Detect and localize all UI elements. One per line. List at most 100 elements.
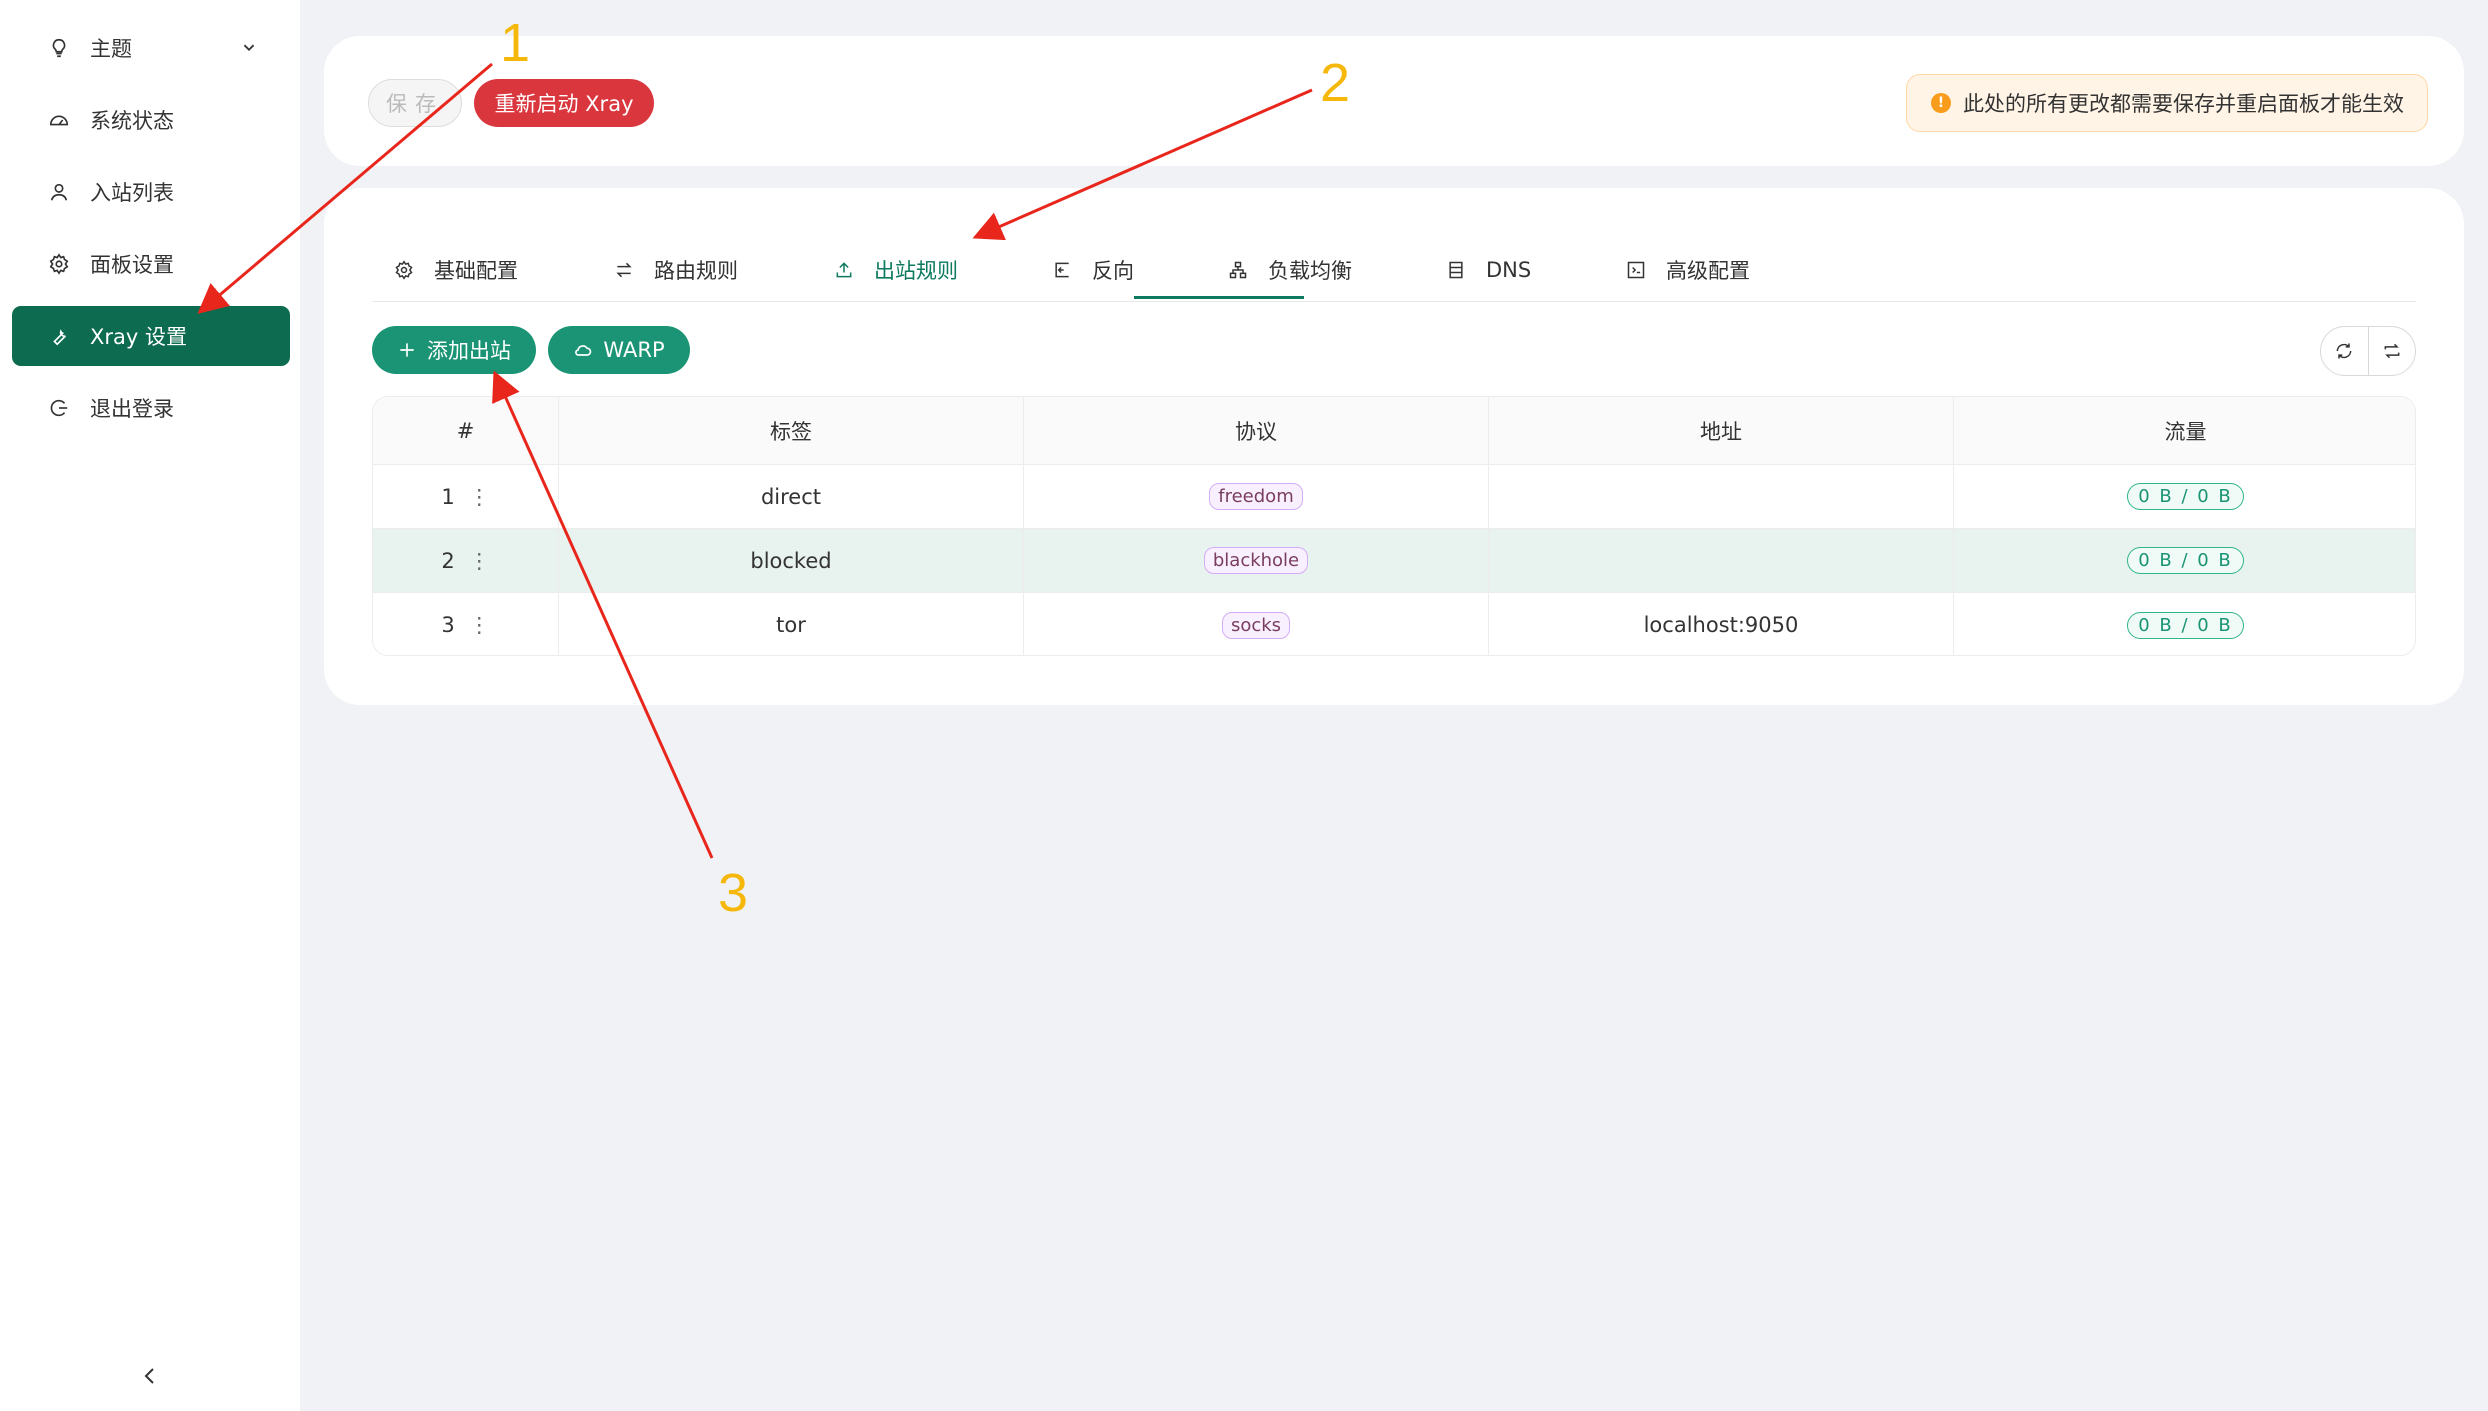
user-icon [48,181,70,203]
warning-icon: ! [1931,93,1951,113]
sidebar-item-label: 面板设置 [90,253,174,277]
sidebar-item-panel-settings[interactable]: 面板设置 [12,234,290,294]
chevron-down-icon [243,44,255,52]
cluster-icon [1228,260,1248,280]
tab-load-balance[interactable]: 负载均衡 [1228,238,1352,302]
tab-label: 负载均衡 [1268,259,1352,283]
header-traffic: 流量 [2164,419,2207,444]
warp-label: WARP [603,338,665,362]
row-tag: tor [559,593,1024,655]
traffic-cell: 0 B / 0 B [1954,465,2415,528]
table-row: 1 ⋮ direct freedom 0 B / 0 B [373,465,2415,529]
traffic-cell: 0 B / 0 B [1954,593,2415,655]
add-outbound-button[interactable]: 添加出站 [372,326,536,374]
tab-dns[interactable]: DNS [1446,238,1531,302]
header-protocol: 协议 [1024,397,1489,464]
traffic-tag: 0 B / 0 B [2127,547,2244,574]
row-tag: blocked [559,529,1024,592]
table-header: # 标签 协议 地址 流量 [373,397,2415,465]
tab-label: 反向 [1092,259,1134,283]
row-index: 3 [441,613,455,637]
traffic-tag: 0 B / 0 B [2127,483,2244,510]
traffic-tag: 0 B / 0 B [2127,611,2244,639]
protocol-tag: blackhole [1203,547,1309,574]
dashboard-icon [48,109,70,131]
annotation-number-1: 1 [500,13,531,73]
gear-icon [48,253,70,275]
tab-advanced-config[interactable]: 高级配置 [1626,238,1750,302]
sidebar-item-inbounds[interactable]: 入站列表 [12,162,290,222]
tab-label: 出站规则 [874,259,958,283]
upload-icon [834,260,854,280]
sidebar-item-label: 入站列表 [90,181,174,205]
row-address: localhost:9050 [1489,593,1954,655]
warning-text: 此处的所有更改都需要保存并重启面板才能生效 [1963,92,2404,116]
warp-button[interactable]: WARP [548,326,690,374]
protocol-cell: blackhole [1024,529,1489,592]
traffic-cell: 0 B / 0 B [1954,529,2415,592]
sidebar: 主题 系统状态 入站列表 面板设置 Xray 设置 退出登录 [0,0,300,1411]
bulb-icon [48,37,70,59]
code-icon [1626,260,1646,280]
tool-icon [48,325,70,347]
logout-icon [48,397,70,419]
database-icon [1446,260,1466,280]
header-tag: 标签 [559,397,1024,464]
protocol-tag: freedom [1209,483,1303,510]
sidebar-item-status[interactable]: 系统状态 [12,90,290,150]
annotation-number-2: 2 [1320,53,1351,113]
table-row: 3 ⋮ tor socks localhost:9050 0 B / 0 B [373,593,2415,655]
tab-label: 高级配置 [1666,259,1750,283]
row-index: 1 [441,484,455,509]
header-address: 地址 [1489,397,1954,464]
tab-outbound-rules[interactable]: 出站规则 [834,238,958,302]
reset-traffic-button[interactable] [2367,327,2416,375]
refresh-button[interactable] [2321,327,2368,375]
swap-icon [614,260,634,280]
save-button[interactable]: 保存 [368,79,462,127]
tab-basic-config[interactable]: 基础配置 [394,238,518,302]
table-row: 2 ⋮ blocked blackhole 0 B / 0 B [373,529,2415,593]
row-address [1489,529,1954,592]
row-tag: direct [559,465,1024,528]
refresh-icon [2336,343,2352,359]
sidebar-item-xray-settings[interactable]: Xray 设置 [12,306,290,366]
tab-label: 基础配置 [434,259,518,283]
sidebar-item-theme[interactable]: 主题 [12,18,290,78]
more-actions-icon[interactable]: ⋮ [469,613,490,637]
table-tools [2320,326,2416,376]
sidebar-item-logout[interactable]: 退出登录 [12,378,290,438]
annotation-number-3: 3 [718,863,749,923]
protocol-tag: socks [1221,611,1291,639]
tab-reverse[interactable]: 反向 [1052,238,1134,302]
gear-icon [394,260,414,280]
sidebar-item-label: Xray 设置 [90,325,187,349]
sidebar-item-label: 退出登录 [90,397,174,421]
sidebar-item-label: 主题 [90,37,132,61]
sidebar-item-label: 系统状态 [90,109,174,133]
row-index: 2 [441,548,455,573]
index-cell: 3 ⋮ [373,593,559,655]
protocol-cell: freedom [1024,465,1489,528]
tab-bar: 基础配置 路由规则 出站规则 反向 负载均衡 DNS 高级配置 [372,238,2416,302]
cloud-icon [575,345,592,356]
index-cell: 1 ⋮ [373,465,559,528]
import-icon [1052,260,1072,280]
add-outbound-label: 添加出站 [427,339,511,363]
main-card: 基础配置 路由规则 出站规则 反向 负载均衡 DNS 高级配置 添加出站 WAR… [324,188,2464,705]
index-cell: 2 ⋮ [373,529,559,592]
more-actions-icon[interactable]: ⋮ [469,485,490,509]
plus-icon [400,343,414,357]
row-address [1489,465,1954,528]
toolbar-card: 保存 重新启动 Xray ! 此处的所有更改都需要保存并重启面板才能生效 [324,36,2464,166]
tab-label: DNS [1486,258,1532,282]
retweet-icon [2384,343,2400,359]
collapse-sidebar-icon[interactable] [138,1362,162,1390]
header-index: # [373,397,559,464]
tab-routing-rules[interactable]: 路由规则 [614,238,738,302]
active-tab-indicator [1134,296,1304,299]
tab-label: 路由规则 [654,259,738,283]
more-actions-icon[interactable]: ⋮ [469,549,490,573]
outbounds-table: # 标签 协议 地址 流量 1 ⋮ direct freedom 0 B / 0… [372,396,2416,656]
restart-xray-button[interactable]: 重新启动 Xray [474,79,654,127]
